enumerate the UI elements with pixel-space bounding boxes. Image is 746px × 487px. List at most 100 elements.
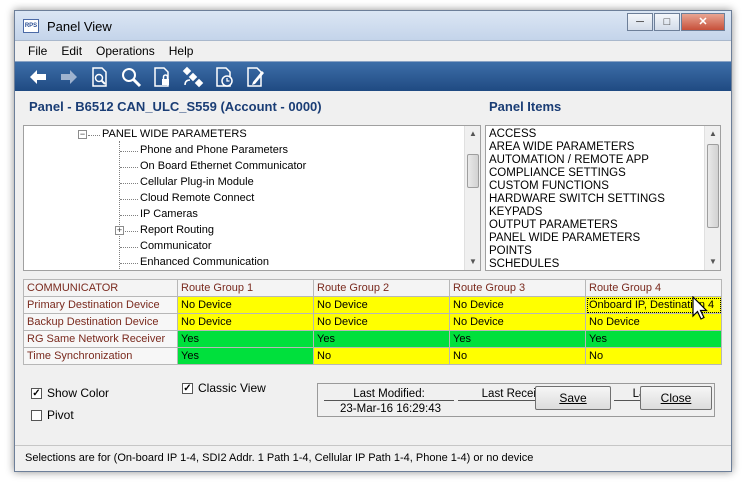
scroll-thumb[interactable]: [467, 154, 479, 188]
list-item[interactable]: AREA WIDE PARAMETERS: [489, 141, 665, 154]
app-icon: RPS: [23, 19, 39, 33]
grid-cell[interactable]: No Device: [313, 296, 450, 314]
table-row: Primary Destination Device No Device No …: [23, 296, 722, 314]
last-modified-value: 23-Mar-16 16:29:43: [340, 403, 442, 415]
satellite-icon[interactable]: [180, 65, 206, 89]
column-header[interactable]: Route Group 1: [177, 279, 314, 297]
checkbox-unchecked-icon: [31, 409, 42, 421]
communicator-grid: COMMUNICATOR Route Group 1 Route Group 2…: [23, 279, 722, 365]
tree-node[interactable]: Cloud Remote Connect: [140, 192, 254, 204]
panel-title: Panel - B6512 CAN_ULC_S559 (Account - 00…: [29, 99, 322, 114]
menu-file[interactable]: File: [21, 44, 54, 58]
column-header: COMMUNICATOR: [23, 279, 178, 297]
column-header[interactable]: Route Group 3: [449, 279, 586, 297]
list-item[interactable]: OUTPUT PARAMETERS: [489, 219, 665, 232]
list-item[interactable]: ACCESS: [489, 128, 665, 141]
checkbox-checked-icon: ✓: [182, 382, 193, 394]
mouse-cursor-icon: [692, 296, 708, 320]
grid-cell[interactable]: No Device: [313, 313, 450, 331]
close-window-button[interactable]: ✕: [681, 13, 725, 31]
scroll-down-icon[interactable]: ▼: [705, 254, 720, 270]
panel-items-title: Panel Items: [489, 99, 562, 114]
window-title: Panel View: [47, 19, 112, 34]
search-icon[interactable]: [118, 65, 144, 89]
grid-cell[interactable]: Yes: [177, 330, 314, 348]
grid-cell[interactable]: No Device: [449, 313, 586, 331]
row-header: Primary Destination Device: [23, 296, 178, 314]
tree-node[interactable]: IP Cameras: [140, 208, 198, 220]
list-item[interactable]: CUSTOM FUNCTIONS: [489, 180, 665, 193]
expand-icon[interactable]: +: [115, 226, 124, 235]
last-modified-label: Last Modified:: [324, 388, 454, 401]
document-edit-icon[interactable]: [242, 65, 268, 89]
menu-bar: File Edit Operations Help: [15, 41, 731, 61]
panel-items-list[interactable]: ACCESS AREA WIDE PARAMETERS AUTOMATION /…: [485, 125, 721, 271]
tree-node[interactable]: Cellular Plug-in Module: [140, 176, 254, 188]
checkbox-checked-icon: ✓: [31, 387, 42, 399]
toolbar: [15, 61, 731, 91]
classic-view-checkbox[interactable]: ✓ Classic View: [182, 381, 266, 395]
locked-document-icon[interactable]: [149, 65, 175, 89]
menu-operations[interactable]: Operations: [89, 44, 162, 58]
list-item[interactable]: AUTOMATION / REMOTE APP: [489, 154, 665, 167]
last-received-label: Last Recei: [458, 388, 536, 401]
panel-tree[interactable]: − PANEL WIDE PARAMETERS Phone and Phone …: [23, 125, 481, 271]
grid-cell[interactable]: No Device: [177, 313, 314, 331]
back-arrow-icon[interactable]: [25, 65, 51, 89]
pivot-label: Pivot: [47, 408, 74, 422]
title-bar[interactable]: RPS Panel View ─ □ ✕: [15, 11, 731, 41]
classic-view-label: Classic View: [198, 381, 266, 395]
column-header[interactable]: Route Group 2: [313, 279, 450, 297]
grid-cell[interactable]: No Device: [177, 296, 314, 314]
row-header: RG Same Network Receiver: [23, 330, 178, 348]
row-header: Backup Destination Device: [23, 313, 178, 331]
document-search-icon[interactable]: [87, 65, 113, 89]
save-button[interactable]: Save: [535, 386, 611, 410]
list-item[interactable]: HARDWARE SWITCH SETTINGS: [489, 193, 665, 206]
tree-node[interactable]: Communicator: [140, 240, 212, 252]
table-row: Time Synchronization Yes No No No: [23, 347, 722, 365]
items-scrollbar[interactable]: ▲ ▼: [704, 126, 720, 270]
column-header[interactable]: Route Group 4: [585, 279, 722, 297]
row-header: Time Synchronization: [23, 347, 178, 365]
panel-view-window: RPS Panel View ─ □ ✕ File Edit Operation…: [14, 10, 732, 472]
grid-cell[interactable]: No: [585, 347, 722, 365]
grid-cell[interactable]: No Device: [449, 296, 586, 314]
list-item[interactable]: COMPLIANCE SETTINGS: [489, 167, 665, 180]
show-color-checkbox[interactable]: ✓ Show Color: [31, 386, 109, 400]
forward-arrow-icon[interactable]: [56, 65, 82, 89]
collapse-icon[interactable]: −: [78, 130, 87, 139]
status-bar: Selections are for (On-board IP 1-4, SDI…: [15, 445, 731, 471]
tree-scrollbar[interactable]: ▲ ▼: [464, 126, 480, 270]
list-item[interactable]: PANEL WIDE PARAMETERS: [489, 232, 665, 245]
grid-header-row: COMMUNICATOR Route Group 1 Route Group 2…: [23, 279, 722, 297]
tree-node-panel-wide-parameters[interactable]: PANEL WIDE PARAMETERS: [102, 128, 247, 140]
close-button[interactable]: Close: [640, 386, 712, 410]
tree-node[interactable]: Enhanced Communication: [140, 256, 269, 268]
grid-cell[interactable]: Yes: [313, 330, 450, 348]
tree-node[interactable]: Phone and Phone Parameters: [140, 144, 288, 156]
grid-cell[interactable]: No: [449, 347, 586, 365]
pivot-checkbox[interactable]: Pivot: [31, 408, 74, 422]
menu-edit[interactable]: Edit: [54, 44, 89, 58]
tree-node[interactable]: On Board Ethernet Communicator: [140, 160, 306, 172]
scroll-up-icon[interactable]: ▲: [465, 126, 480, 142]
grid-cell[interactable]: No: [313, 347, 450, 365]
scroll-thumb[interactable]: [707, 144, 719, 228]
list-item[interactable]: POINTS: [489, 245, 665, 258]
scroll-up-icon[interactable]: ▲: [705, 126, 720, 142]
grid-cell[interactable]: Yes: [449, 330, 586, 348]
grid-cell[interactable]: Yes: [585, 330, 722, 348]
minimize-button[interactable]: ─: [627, 13, 653, 31]
grid-cell[interactable]: Yes: [177, 347, 314, 365]
show-color-label: Show Color: [47, 386, 110, 400]
table-row: Backup Destination Device No Device No D…: [23, 313, 722, 331]
menu-help[interactable]: Help: [162, 44, 201, 58]
list-item[interactable]: KEYPADS: [489, 206, 665, 219]
list-item[interactable]: SCHEDULES: [489, 258, 665, 270]
tree-node[interactable]: Report Routing: [140, 224, 214, 236]
table-row: RG Same Network Receiver Yes Yes Yes Yes: [23, 330, 722, 348]
document-clock-icon[interactable]: [211, 65, 237, 89]
scroll-down-icon[interactable]: ▼: [465, 254, 480, 270]
maximize-button[interactable]: □: [654, 13, 680, 31]
